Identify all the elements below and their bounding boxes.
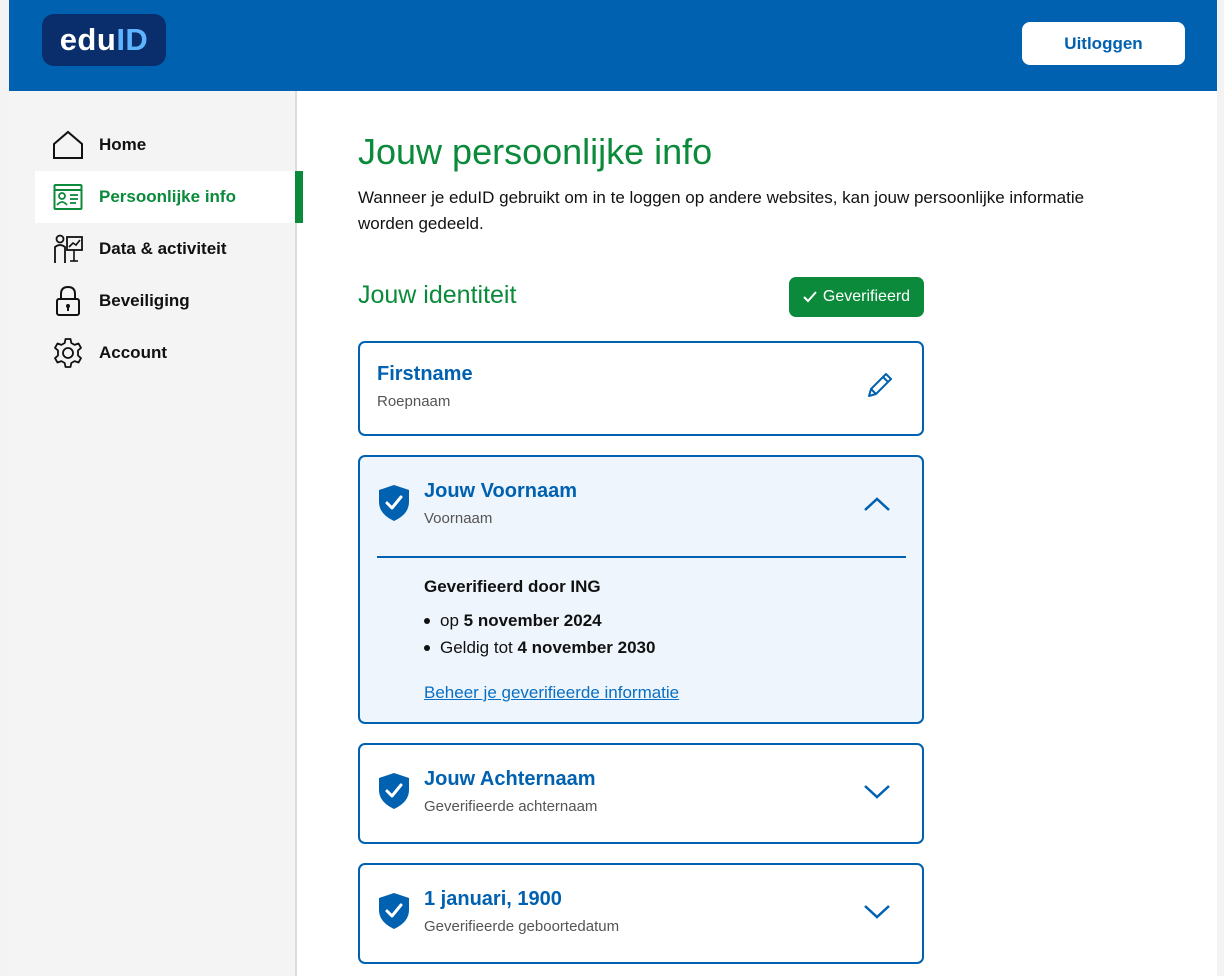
card-subtitle: Geverifieerde geboortedatum (424, 918, 620, 935)
chevron-up-icon[interactable] (862, 494, 892, 514)
card-title: 1 januari, 1900 (424, 888, 562, 910)
pencil-icon[interactable] (864, 369, 896, 401)
sidebar-item-account[interactable]: Account (35, 327, 303, 379)
verified-shield-icon (377, 772, 411, 810)
detail-prefix: op (440, 611, 459, 630)
firstname-card: Firstname Roepnaam (358, 341, 924, 436)
presentation-icon (51, 232, 85, 266)
logo-edu-text: edu (59, 22, 117, 57)
top-bar: edu ID Uitloggen (9, 0, 1217, 91)
card-title: Jouw Voornaam (424, 480, 577, 502)
home-icon (51, 128, 85, 162)
sidebar-item-label: Data & activiteit (99, 239, 227, 258)
verified-date-item: op 5 november 2024 (424, 611, 602, 631)
sidebar-item-label: Account (99, 343, 167, 362)
id-card-icon (51, 180, 85, 214)
identity-section-title: Jouw identiteit (358, 281, 517, 309)
logo-id-text: ID (116, 22, 149, 57)
eduid-logo[interactable]: edu ID (42, 14, 166, 66)
verified-by-text: Geverifieerd door ING (424, 577, 601, 596)
verified-shield-icon (377, 892, 411, 930)
card-divider (377, 556, 906, 558)
sidebar-item-beveiliging[interactable]: Beveiliging (35, 275, 303, 327)
gear-icon (51, 336, 85, 370)
lock-icon (51, 284, 85, 318)
bullet-dot (424, 618, 430, 624)
manage-verified-info-link[interactable]: Beheer je geverifieerde informatie (424, 683, 679, 703)
checkmark-icon (803, 291, 817, 303)
verified-badge-label: Geverifieerd (822, 288, 911, 305)
valid-until-item: Geldig tot 4 november 2030 (424, 638, 655, 658)
card-subtitle: Roepnaam (377, 393, 451, 410)
app-window: edu ID Uitloggen Home Persoonlijke info D… (9, 0, 1217, 976)
detail-value: 4 november 2030 (517, 638, 656, 657)
verified-badge: Geverifieerd (789, 277, 924, 317)
sidebar: Home Persoonlijke info Data & activiteit… (9, 91, 303, 976)
chevron-down-icon[interactable] (862, 901, 892, 921)
card-subtitle: Geverifieerde achternaam (424, 798, 598, 815)
sidebar-item-data-activiteit[interactable]: Data & activiteit (35, 223, 303, 275)
verified-shield-icon (377, 484, 411, 522)
bullet-dot (424, 645, 430, 651)
achternaam-card: Jouw Achternaam Geverifieerde achternaam (358, 743, 924, 844)
sidebar-item-home[interactable]: Home (35, 119, 303, 171)
sidebar-item-label: Home (99, 135, 147, 154)
card-subtitle: Voornaam (424, 510, 493, 527)
detail-value: 5 november 2024 (463, 611, 602, 630)
intro-text: Wanneer je eduID gebruikt om in te logge… (358, 188, 1085, 233)
logout-button[interactable]: Uitloggen (1022, 22, 1185, 65)
voornaam-card: Jouw Voornaam Voornaam Geverifieerd door… (358, 455, 924, 724)
sidebar-item-label: Beveiliging (99, 291, 190, 310)
page-title: Jouw persoonlijke info (358, 131, 713, 172)
chevron-down-icon[interactable] (862, 781, 892, 801)
detail-prefix: Geldig tot (440, 638, 513, 657)
sidebar-item-label: Persoonlijke info (99, 187, 236, 206)
sidebar-item-persoonlijke-info[interactable]: Persoonlijke info (35, 171, 303, 223)
geboortedatum-card: 1 januari, 1900 Geverifieerde geboorteda… (358, 863, 924, 964)
card-title: Firstname (377, 363, 473, 385)
card-title: Jouw Achternaam (424, 768, 596, 790)
